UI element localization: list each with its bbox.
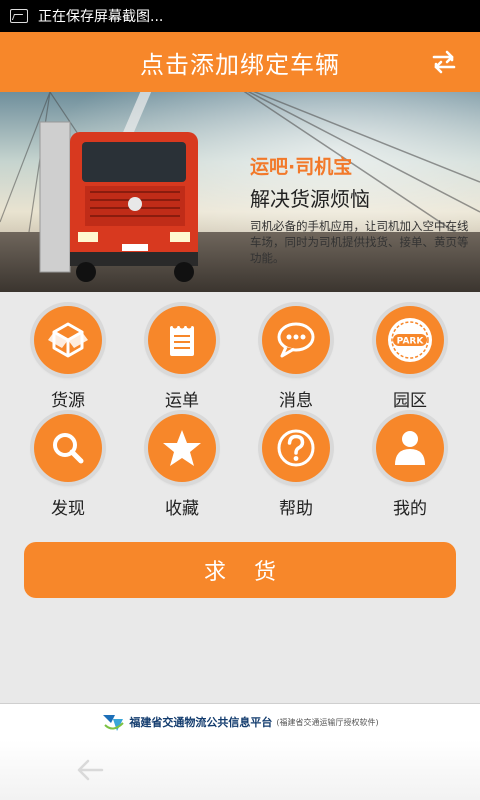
banner-description: 司机必备的手机应用，让司机加入空中在线车场，同时为司机提供找货、接单、黄页等功能… bbox=[250, 219, 469, 265]
footer-subtitle: (福建省交通运输厅授权软件) bbox=[276, 717, 379, 727]
menu-item-waybill[interactable]: 运单 bbox=[142, 306, 222, 411]
top-header: 点击添加绑定车辆 bbox=[0, 32, 480, 92]
promo-banner[interactable]: 运吧·司机宝 解决货源烦恼 司机必备的手机应用，让司机加入空中在线车场，同时为司… bbox=[0, 92, 480, 292]
banner-brand: 运吧·司机宝 bbox=[250, 156, 353, 178]
menu-item-favorites[interactable]: 收藏 bbox=[142, 414, 222, 519]
notepad-icon bbox=[148, 306, 216, 374]
menu-label: 园区 bbox=[393, 391, 427, 411]
banner-text: 运吧·司机宝 解决货源烦恼 司机必备的手机应用，让司机加入空中在线车场，同时为司… bbox=[250, 152, 470, 266]
menu-label: 货源 bbox=[51, 391, 85, 411]
footer-title: 福建省交通物流公共信息平台 bbox=[129, 716, 273, 729]
menu-item-messages[interactable]: 消息 bbox=[256, 306, 336, 411]
screenshot-icon bbox=[10, 9, 28, 23]
page-title[interactable]: 点击添加绑定车辆 bbox=[140, 45, 340, 80]
chat-bubble-icon bbox=[262, 306, 330, 374]
menu-item-park[interactable]: PARK 园区 bbox=[370, 306, 450, 411]
navigation-bar bbox=[0, 740, 480, 800]
question-icon bbox=[262, 414, 330, 482]
user-icon bbox=[376, 414, 444, 482]
menu-label: 收藏 bbox=[165, 499, 199, 519]
footer: 福建省交通物流公共信息平台 (福建省交通运输厅授权软件) bbox=[0, 704, 480, 740]
box-icon bbox=[34, 306, 102, 374]
banner-slogan: 解决货源烦恼 bbox=[250, 187, 370, 211]
status-bar: 正在保存屏幕截图... bbox=[0, 0, 480, 32]
status-text: 正在保存屏幕截图... bbox=[38, 9, 164, 25]
menu-label: 我的 bbox=[393, 499, 427, 519]
menu-label: 发现 bbox=[51, 499, 85, 519]
menu-label: 消息 bbox=[279, 391, 313, 411]
menu-label: 运单 bbox=[165, 391, 199, 411]
park-badge-text: PARK bbox=[397, 337, 425, 347]
menu-item-help[interactable]: 帮助 bbox=[256, 414, 336, 519]
menu-item-me[interactable]: 我的 bbox=[370, 414, 450, 519]
search-icon bbox=[34, 414, 102, 482]
platform-logo-icon bbox=[103, 715, 125, 731]
swap-icon[interactable] bbox=[428, 46, 460, 78]
menu-item-cargo[interactable]: 货源 bbox=[28, 306, 108, 411]
star-icon bbox=[148, 414, 216, 482]
request-cargo-button[interactable]: 求货 bbox=[24, 542, 456, 598]
back-arrow-icon[interactable] bbox=[74, 756, 106, 784]
menu-item-discover[interactable]: 发现 bbox=[28, 414, 108, 519]
truck-image bbox=[39, 121, 198, 282]
menu-label: 帮助 bbox=[279, 499, 313, 519]
park-badge-icon: PARK bbox=[376, 306, 444, 374]
